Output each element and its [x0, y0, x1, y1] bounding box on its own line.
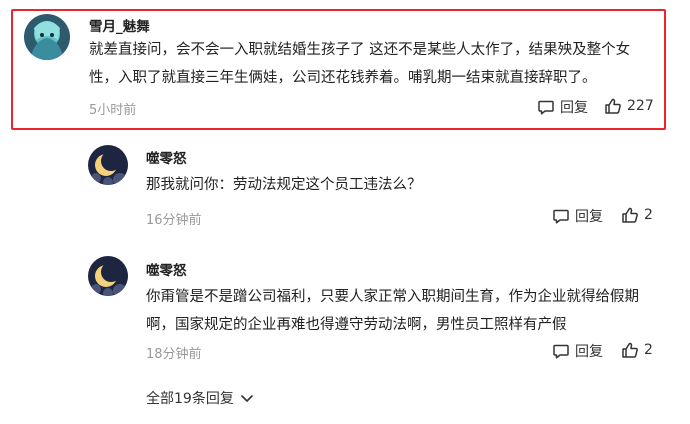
comment-time: 5小时前: [89, 103, 137, 118]
comment-text: 就差直接问，会不会一入职就结婚生孩子了 这还不是某些人太作了，结果殃及整个女性，…: [89, 42, 631, 86]
reply-label: 回复: [560, 100, 588, 116]
comment-username[interactable]: 噬零怒: [146, 259, 187, 279]
avatar[interactable]: [88, 256, 128, 296]
comment-time: 16分钟前: [146, 213, 202, 228]
avatar[interactable]: [24, 14, 70, 60]
thumbs-up-icon: [605, 98, 621, 114]
comment-text: 你甭管是不是蹭公司福利，只要人家正常入职期间生育，作为企业就得给假期啊，国家规定…: [146, 289, 639, 333]
comment-text: 那我就问你：劳动法规定这个员工违法么？: [146, 177, 422, 193]
reply-button[interactable]: 回复: [552, 206, 603, 226]
like-count: 2: [644, 207, 653, 223]
expand-replies-button[interactable]: 全部19条回复: [146, 388, 254, 408]
moon-avatar-image: [88, 145, 128, 185]
avatar[interactable]: [88, 145, 128, 185]
comment-username[interactable]: 噬零怒: [146, 147, 187, 167]
reply-button[interactable]: 回复: [552, 341, 603, 361]
expand-replies-label: 全部19条回复: [146, 391, 234, 407]
moon-avatar-image: [88, 256, 128, 296]
thumbs-up-icon: [622, 207, 638, 223]
reply-button[interactable]: 回复: [537, 97, 588, 117]
chevron-down-icon: [241, 395, 253, 402]
thumbs-up-icon: [622, 342, 638, 358]
comment-bubble-icon: [538, 100, 554, 115]
like-count: 2: [644, 342, 653, 358]
comment-username[interactable]: 雪月_魅舞: [89, 15, 150, 35]
reply-label: 回复: [575, 209, 603, 225]
anime-avatar-image: [24, 14, 70, 60]
like-button[interactable]: 2: [621, 206, 653, 224]
comment-bubble-icon: [553, 209, 569, 224]
like-button[interactable]: 227: [604, 97, 654, 115]
comment-bubble-icon: [553, 344, 569, 359]
like-count: 227: [627, 98, 654, 114]
like-button[interactable]: 2: [621, 341, 653, 359]
comment-time: 18分钟前: [146, 347, 202, 362]
reply-label: 回复: [575, 344, 603, 360]
